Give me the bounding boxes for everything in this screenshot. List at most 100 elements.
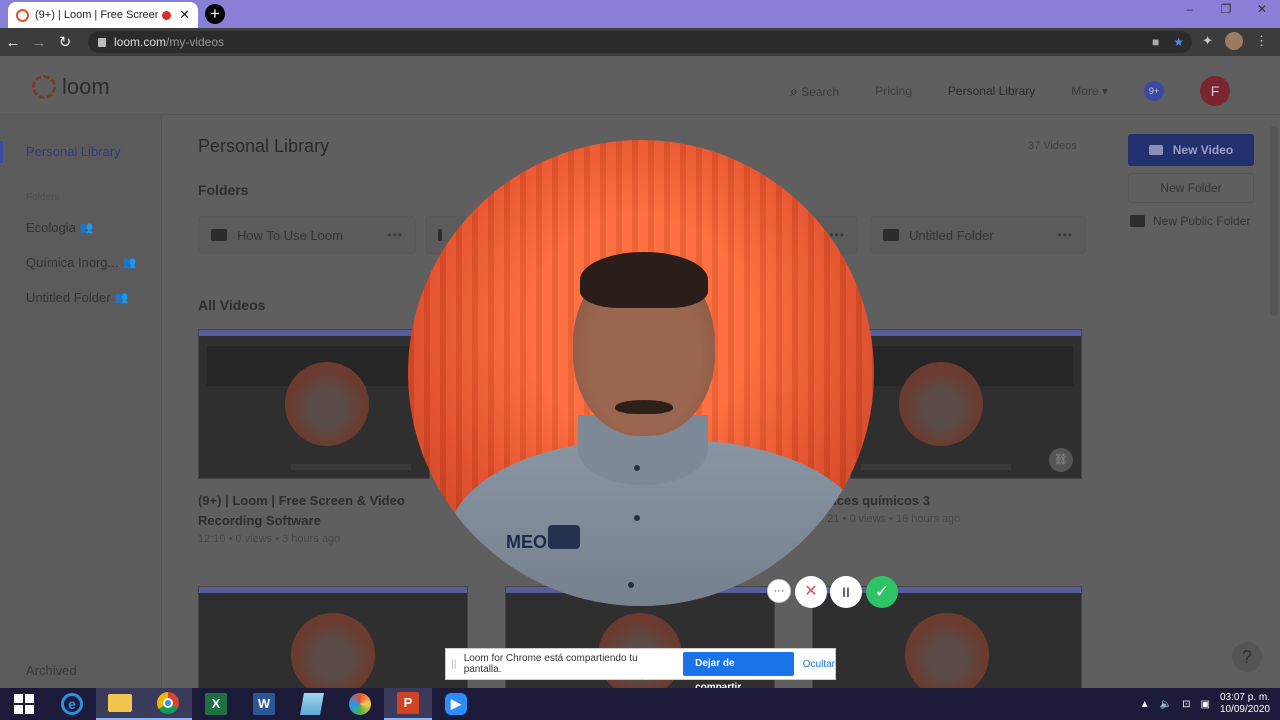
taskbar-explorer[interactable] <box>96 688 144 720</box>
notifications-badge[interactable]: 9+ <box>1144 81 1164 101</box>
new-public-folder-button[interactable]: New Public Folder <box>1130 214 1250 228</box>
network-icon[interactable]: ⊡ <box>1182 699 1190 710</box>
shared-group-icon: 👥 <box>114 292 129 304</box>
new-video-button[interactable]: New Video <box>1128 134 1254 166</box>
tab-title: (9+) | Loom | Free Screen & V <box>35 9 159 21</box>
taskbar-paint[interactable] <box>336 688 384 720</box>
shared-folder-icon <box>1130 215 1145 227</box>
url-bar[interactable]: loom.com/my-videos ■ ★ <box>88 31 1192 53</box>
help-button[interactable]: ? <box>1232 642 1262 672</box>
loom-logo[interactable]: loom <box>32 74 110 100</box>
browser-extensions: ✦ ⋮ <box>1202 32 1268 50</box>
url-domain: loom.com <box>114 35 167 49</box>
tray-expand-icon[interactable]: ▲ <box>1140 699 1150 710</box>
camera-bubble[interactable]: MEO <box>408 140 874 606</box>
volume-icon[interactable]: 🔈 <box>1160 699 1172 710</box>
back-icon[interactable]: ← <box>0 34 26 51</box>
chrome-icon <box>157 692 179 714</box>
copy-link-icon[interactable]: ⛓ <box>1049 448 1073 472</box>
shared-folder-icon <box>883 229 899 241</box>
video-thumbnail[interactable] <box>198 586 468 688</box>
shared-group-icon: 👥 <box>122 257 137 269</box>
loom-logo-text: loom <box>62 74 110 99</box>
folder-options-icon[interactable]: ••• <box>387 228 403 242</box>
taskbar-word[interactable]: W <box>240 688 288 720</box>
recorder-pause-button[interactable]: II <box>830 576 862 608</box>
taskbar-notes[interactable] <box>288 688 336 720</box>
clock-date: 10/09/2020 <box>1219 704 1270 715</box>
taskbar-excel[interactable]: X <box>192 688 240 720</box>
taskbar-ie[interactable]: e <box>48 688 96 720</box>
loom-logo-icon <box>32 75 56 99</box>
recorder-more-button[interactable]: ··· <box>767 579 791 603</box>
start-button[interactable] <box>0 688 48 720</box>
video-title[interactable]: (9+) | Loom | Free Screen & Video Record… <box>198 491 423 531</box>
all-videos-heading: All Videos <box>198 297 266 313</box>
new-folder-button[interactable]: New Folder <box>1128 173 1254 203</box>
page-scrollbar[interactable] <box>1270 126 1278 316</box>
taskbar-clock[interactable]: 03:07 p. m. 10/09/2020 <box>1220 692 1270 716</box>
reload-icon[interactable]: ↻ <box>52 33 78 51</box>
drag-handle-icon[interactable]: || <box>446 659 462 670</box>
video-camera-icon <box>1148 145 1163 155</box>
browser-titlebar: (9+) | Loom | Free Screen & V ✕ + – ❐ ✕ <box>0 0 1280 28</box>
search-link[interactable]: ⌕ Search <box>790 83 839 100</box>
sidebar-folders-label: Folders <box>26 192 60 203</box>
video-thumbnail[interactable] <box>198 329 430 479</box>
internet-explorer-icon: e <box>61 693 83 715</box>
taskbar-zoom[interactable]: ▶ <box>432 688 480 720</box>
folder-card-untitled[interactable]: Untitled Folder ••• <box>870 216 1086 254</box>
video-count: 37 Videos <box>1028 140 1077 152</box>
folders-heading: Folders <box>198 182 249 198</box>
search-icon: ⌕ <box>790 82 798 99</box>
browser-menu-icon[interactable]: ⋮ <box>1255 33 1268 49</box>
powerpoint-icon: P <box>397 692 419 714</box>
word-icon: W <box>253 693 275 715</box>
more-menu[interactable]: More <box>1071 84 1108 98</box>
tab-close-button[interactable]: ✕ <box>179 7 190 23</box>
lock-icon <box>98 37 106 47</box>
folder-card-how-to-use-loom[interactable]: How To Use Loom ••• <box>198 216 416 254</box>
folder-icon <box>211 229 227 241</box>
system-tray: ▲ 🔈 ⊡ ▣ 03:07 p. m. 10/09/2020 <box>1140 688 1270 720</box>
browser-tab[interactable]: (9+) | Loom | Free Screen & V ✕ <box>8 2 198 28</box>
sidebar-item-personal-library[interactable]: Personal Library <box>0 141 121 163</box>
sidebar-item-archived[interactable]: Archived <box>26 663 77 678</box>
personal-library-link[interactable]: Personal Library <box>948 84 1035 98</box>
recorder-finish-button[interactable]: ✓ <box>866 576 898 608</box>
camera-icon[interactable]: ■ <box>1152 35 1159 49</box>
pricing-link[interactable]: Pricing <box>875 84 912 98</box>
action-center-icon[interactable]: ▣ <box>1200 699 1209 710</box>
new-tab-button[interactable]: + <box>205 4 225 24</box>
paint-icon <box>349 693 371 715</box>
user-avatar[interactable]: F <box>1200 76 1230 106</box>
sidebar-item-quimica[interactable]: Química Inorg... 👥 <box>26 255 136 270</box>
close-window-button[interactable]: ✕ <box>1244 0 1280 28</box>
excel-icon: X <box>205 693 227 715</box>
folder-options-icon[interactable]: ••• <box>1057 228 1073 242</box>
taskbar: e X W P ▶ ▲ 🔈 ⊡ ▣ 03:07 p. m. 10/09/2020 <box>0 688 1280 720</box>
video-meta: 12:10 • 0 views • 3 hours ago <box>198 533 341 545</box>
page-title: Personal Library <box>198 136 330 156</box>
forward-icon[interactable]: → <box>26 34 52 51</box>
bookmark-star-icon[interactable]: ★ <box>1173 35 1184 49</box>
maximize-button[interactable]: ❐ <box>1208 0 1244 28</box>
taskbar-chrome[interactable] <box>144 688 192 720</box>
hide-link[interactable]: Ocultar <box>803 659 835 670</box>
minimize-button[interactable]: – <box>1172 0 1208 28</box>
file-explorer-icon <box>108 694 132 712</box>
header-divider <box>0 114 1280 115</box>
recorder-cancel-button[interactable]: ✕ <box>795 576 827 608</box>
video-thumbnail[interactable]: ⛓ <box>850 329 1082 479</box>
zoom-icon: ▶ <box>445 693 467 715</box>
shirt-logo: MEO <box>506 532 548 552</box>
taskbar-powerpoint[interactable]: P <box>384 688 432 720</box>
address-toolbar: ← → ↻ loom.com/my-videos ■ ★ <box>0 28 1280 56</box>
sidebar-item-untitled-folder[interactable]: Untitled Folder 👥 <box>26 290 128 305</box>
sidebar-item-ecologia[interactable]: Ecologia 👥 <box>26 220 94 235</box>
extensions-puzzle-icon[interactable]: ✦ <box>1202 33 1213 49</box>
stop-sharing-button[interactable]: Dejar de compartir <box>683 652 794 693</box>
url-path: /my-videos <box>166 35 225 49</box>
shared-group-icon: 👥 <box>79 222 94 234</box>
profile-avatar[interactable] <box>1225 32 1243 50</box>
